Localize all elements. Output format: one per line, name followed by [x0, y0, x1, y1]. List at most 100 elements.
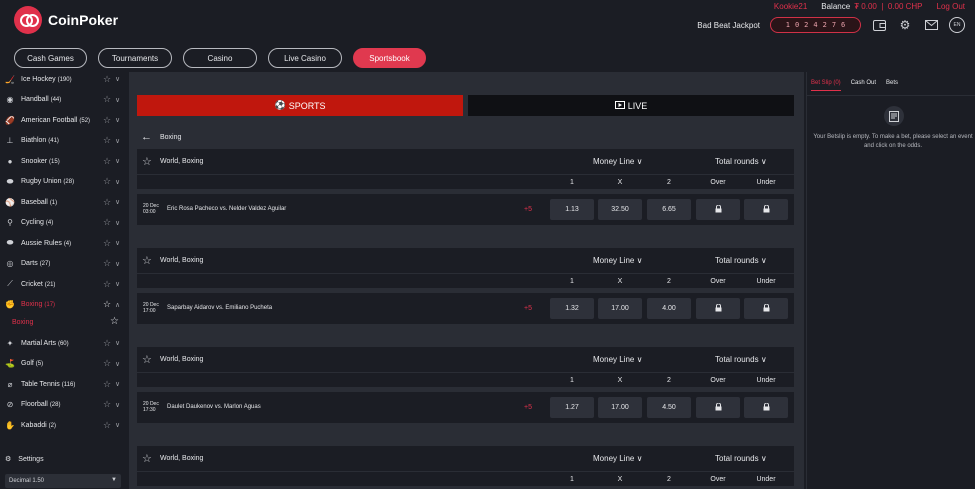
- locked-odds-button[interactable]: [744, 199, 788, 220]
- sidebar-item-snooker[interactable]: ● Snooker (15) ☆ ∨: [0, 152, 126, 170]
- tab-sports[interactable]: ⚽ SPORTS: [137, 95, 463, 116]
- tab-bet-slip[interactable]: Bet Slip (0): [811, 80, 841, 91]
- sidebar-item-darts[interactable]: ◎ Darts (27) ☆ ∨: [0, 255, 126, 273]
- odds-format-select[interactable]: Decimal 1.50 ▼: [5, 474, 121, 488]
- favorite-star-icon[interactable]: ☆: [142, 452, 152, 465]
- favorite-star-icon[interactable]: ☆: [103, 399, 111, 410]
- tab-cash-out[interactable]: Cash Out: [851, 80, 876, 91]
- nav-sportsbook[interactable]: Sportsbook: [353, 48, 426, 68]
- chevron-down-icon[interactable]: ∨: [115, 260, 120, 268]
- favorite-star-icon[interactable]: ☆: [142, 155, 152, 168]
- chevron-down-icon[interactable]: ∨: [115, 178, 120, 186]
- favorite-star-icon[interactable]: ☆: [103, 338, 111, 349]
- coinpoker-logo[interactable]: CoinPoker: [14, 6, 118, 34]
- chevron-down-icon[interactable]: ∨: [115, 137, 120, 145]
- gear-icon[interactable]: ⚙: [897, 17, 913, 33]
- match-row[interactable]: 20 Dec 17:30 Daulet Daukenov vs. Marlon Ag…: [137, 392, 794, 423]
- sidebar-item-cricket[interactable]: ⟋ Cricket (21) ☆ ∨: [0, 275, 126, 293]
- market-selector-money-line[interactable]: Money Line ∨: [593, 355, 642, 364]
- wallet-icon[interactable]: [871, 17, 887, 33]
- favorite-star-icon[interactable]: ☆: [103, 115, 111, 126]
- favorite-star-icon[interactable]: ☆: [103, 358, 111, 369]
- favorite-star-icon[interactable]: ☆: [142, 353, 152, 366]
- odds-button[interactable]: 4.00: [647, 298, 691, 319]
- chevron-down-icon[interactable]: ∨: [115, 280, 120, 288]
- chevron-down-icon[interactable]: ∨: [115, 380, 120, 388]
- sidebar-item-rugby-union[interactable]: ⬬ Rugby Union (28) ☆ ∨: [0, 173, 126, 191]
- market-selector-total-rounds[interactable]: Total rounds ∨: [715, 157, 767, 166]
- sidebar-item-kabaddi[interactable]: ✋ Kabaddi (2) ☆ ∨: [0, 416, 126, 434]
- favorite-star-icon[interactable]: ☆: [103, 238, 111, 249]
- odds-button[interactable]: 4.50: [647, 397, 691, 418]
- odds-button[interactable]: 17.00: [598, 397, 642, 418]
- sidebar-item-boxing[interactable]: ✊ Boxing (17) ☆ ∧: [0, 296, 126, 314]
- favorite-star-icon[interactable]: ☆: [103, 379, 111, 390]
- language-selector[interactable]: EN: [949, 17, 965, 33]
- favorite-star-icon[interactable]: ☆: [103, 279, 111, 290]
- favorite-star-icon[interactable]: ☆: [103, 420, 111, 431]
- sidebar-item-biathlon[interactable]: ⊥ Biathlon (41) ☆ ∨: [0, 132, 126, 150]
- odds-button[interactable]: 6.65: [647, 199, 691, 220]
- locked-odds-button[interactable]: [744, 298, 788, 319]
- match-row[interactable]: 20 Dec 17:00 Saparbay Aidarov vs. Emiliano…: [137, 293, 794, 324]
- sidebar-item-baseball[interactable]: ⚾ Baseball (1) ☆ ∨: [0, 193, 126, 211]
- username-link[interactable]: Kookie21: [774, 2, 807, 11]
- locked-odds-button[interactable]: [696, 298, 740, 319]
- chevron-down-icon[interactable]: ∨: [115, 75, 120, 83]
- favorite-star-icon[interactable]: ☆: [103, 217, 111, 228]
- chevron-down-icon[interactable]: ∨: [115, 96, 120, 104]
- sidebar-item-floorball[interactable]: ⊘ Floorball (28) ☆ ∨: [0, 396, 126, 414]
- tab-bets[interactable]: Bets: [886, 80, 898, 91]
- chevron-down-icon[interactable]: ∨: [115, 401, 120, 409]
- market-selector-money-line[interactable]: Money Line ∨: [593, 157, 642, 166]
- sidebar-item-cycling[interactable]: ⚲ Cycling (4) ☆ ∨: [0, 214, 126, 232]
- sidebar-subitem-boxing[interactable]: Boxing: [12, 319, 33, 326]
- odds-button[interactable]: 1.32: [550, 298, 594, 319]
- sidebar-item-handball[interactable]: ◉ Handball (44) ☆ ∨: [0, 91, 126, 109]
- sidebar-item-golf[interactable]: ⛳ Golf (5) ☆ ∨: [0, 355, 126, 373]
- chevron-down-icon[interactable]: ∨: [115, 421, 120, 429]
- locked-odds-button[interactable]: [696, 199, 740, 220]
- odds-button[interactable]: 17.00: [598, 298, 642, 319]
- chevron-down-icon[interactable]: ∨: [115, 239, 120, 247]
- nav-casino[interactable]: Casino: [183, 48, 257, 68]
- market-selector-money-line[interactable]: Money Line ∨: [593, 454, 642, 463]
- match-teams[interactable]: Saparbay Aidarov vs. Emiliano Pucheta: [167, 305, 272, 311]
- odds-button[interactable]: 1.13: [550, 199, 594, 220]
- locked-odds-button[interactable]: [696, 397, 740, 418]
- sidebar-item-ice-hockey[interactable]: 🏒 Ice Hockey (190) ☆ ∨: [0, 70, 126, 88]
- chevron-down-icon[interactable]: ∨: [115, 116, 120, 124]
- favorite-star-icon[interactable]: ☆: [103, 135, 111, 146]
- chevron-down-icon[interactable]: ∨: [115, 198, 120, 206]
- odds-button[interactable]: 32.50: [598, 199, 642, 220]
- chevron-up-icon[interactable]: ∧: [115, 301, 120, 309]
- chevron-down-icon[interactable]: ∨: [115, 157, 120, 165]
- sidebar-item-american-football[interactable]: 🏈 American Football (52) ☆ ∨: [0, 111, 126, 129]
- favorite-star-icon[interactable]: ☆: [103, 156, 111, 167]
- match-teams[interactable]: Eric Rosa Pacheco vs. Nelder Valdez Agui…: [167, 206, 286, 212]
- favorite-star-icon[interactable]: ☆: [103, 94, 111, 105]
- market-selector-money-line[interactable]: Money Line ∨: [593, 256, 642, 265]
- logout-link[interactable]: Log Out: [937, 2, 965, 11]
- market-selector-total-rounds[interactable]: Total rounds ∨: [715, 355, 767, 364]
- more-markets-link[interactable]: +5: [524, 404, 532, 411]
- locked-odds-button[interactable]: [744, 397, 788, 418]
- odds-button[interactable]: 1.27: [550, 397, 594, 418]
- mail-icon[interactable]: [923, 17, 939, 33]
- settings-link[interactable]: ⚙ Settings: [5, 455, 44, 464]
- match-teams[interactable]: Daulet Daukenov vs. Marlon Aguas: [167, 404, 261, 410]
- favorite-star-icon[interactable]: ☆: [103, 299, 111, 310]
- favorite-star-icon[interactable]: ☆: [103, 197, 111, 208]
- back-arrow-icon[interactable]: ←: [141, 131, 152, 143]
- chevron-down-icon[interactable]: ∨: [115, 219, 120, 227]
- favorite-star-icon[interactable]: ☆: [110, 316, 119, 327]
- favorite-star-icon[interactable]: ☆: [103, 74, 111, 85]
- nav-cash-games[interactable]: Cash Games: [14, 48, 87, 68]
- chevron-down-icon[interactable]: ∨: [115, 360, 120, 368]
- tab-live[interactable]: LIVE: [468, 95, 794, 116]
- favorite-star-icon[interactable]: ☆: [142, 254, 152, 267]
- more-markets-link[interactable]: +5: [524, 305, 532, 312]
- market-selector-total-rounds[interactable]: Total rounds ∨: [715, 454, 767, 463]
- nav-tournaments[interactable]: Tournaments: [98, 48, 172, 68]
- match-row[interactable]: 20 Dec 03:00 Eric Rosa Pacheco vs. Nelder …: [137, 194, 794, 225]
